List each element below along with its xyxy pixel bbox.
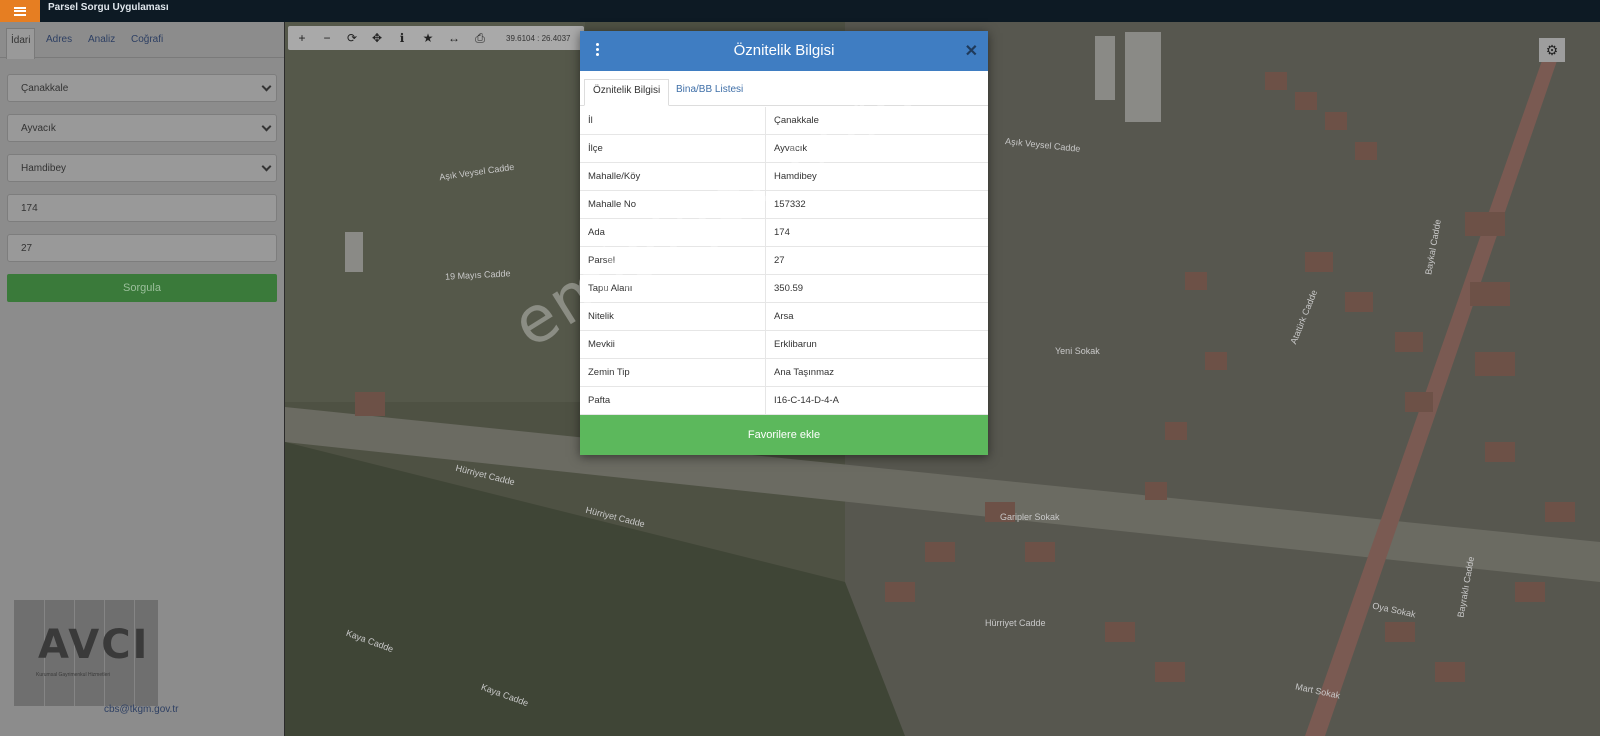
table-row: Pafta I16-C-14-D-4-A: [580, 387, 988, 415]
measure-icon[interactable]: ↔: [446, 30, 462, 46]
row-key: Nitelik: [588, 311, 614, 322]
logo-text: AVCI: [38, 622, 150, 668]
zoom-in-icon[interactable]: +: [294, 30, 310, 46]
top-bar: Parsel Sorgu Uygulaması: [0, 0, 1600, 22]
parsel-value: 27: [21, 243, 33, 254]
table-row: Tapu Alanı 350.59: [580, 275, 988, 303]
modal-header: Öznitelik Bilgisi ✕: [580, 31, 988, 71]
row-value: Erklibarun: [774, 339, 817, 350]
zoom-out-icon[interactable]: −: [319, 30, 335, 46]
tab-idari[interactable]: İdari: [6, 28, 36, 59]
province-value: Çanakkale: [21, 83, 69, 94]
star-icon[interactable]: ★: [420, 30, 436, 46]
row-value: Ana Taşınmaz: [774, 367, 835, 378]
table-row: Mahalle No 157332: [580, 191, 988, 219]
query-button[interactable]: Sorgula: [7, 274, 277, 302]
company-logo: AVCI Kurumsal Gayrimenkul Hizmetleri: [14, 600, 158, 706]
modal-title: Öznitelik Bilgisi: [733, 42, 835, 59]
coordinate-readout: 39.6104 : 26.4037: [506, 34, 571, 43]
street-label: Yeni Sokak: [1055, 346, 1100, 356]
modal-tabs: Öznitelik Bilgisi Bina/BB Listesi: [580, 71, 988, 106]
tab-analiz[interactable]: Analiz: [88, 34, 115, 45]
chevron-down-icon: [261, 81, 272, 92]
neighborhood-value: Hamdibey: [21, 163, 67, 174]
row-key: Ada: [588, 227, 605, 238]
row-value: Ayvacık: [774, 143, 808, 154]
ada-input[interactable]: 174: [7, 194, 277, 222]
table-row: İl Çanakkale: [580, 107, 988, 135]
neighborhood-select[interactable]: Hamdibey: [7, 154, 277, 182]
row-key: İl: [588, 115, 593, 126]
tab-cografi[interactable]: Coğrafi: [131, 34, 163, 45]
tab-adres[interactable]: Adres: [46, 34, 72, 45]
row-value: Arsa: [774, 311, 794, 322]
sidebar-tabs: İdari Adres Analiz Coğrafi: [0, 22, 284, 59]
row-value: Hamdibey: [774, 171, 817, 182]
row-value: Çanakkale: [774, 115, 819, 126]
row-value: 157332: [774, 199, 806, 210]
row-value: 174: [774, 227, 790, 238]
district-select[interactable]: Ayvacık: [7, 114, 277, 142]
chevron-down-icon: [261, 121, 272, 132]
attribute-table: İl Çanakkale İlçe Ayvacık Mahalle/Köy Hamdi…: [580, 107, 988, 415]
add-to-favorites-button[interactable]: Favorilere ekle: [580, 415, 988, 455]
row-key: Mahalle No: [588, 199, 637, 210]
row-key: Pafta: [588, 395, 611, 406]
table-row: Nitelik Arsa: [580, 303, 988, 331]
refresh-icon[interactable]: ⟳: [344, 30, 360, 46]
hamburger-menu-button[interactable]: [0, 0, 40, 22]
row-value: 27: [774, 255, 785, 266]
sidebar: İdari Adres Analiz Coğrafi Çanakkale Ayv…: [0, 22, 284, 736]
row-key: Mevkii: [588, 339, 615, 350]
ada-value: 174: [21, 203, 38, 214]
province-select[interactable]: Çanakkale: [7, 74, 277, 102]
row-value: 350.59: [774, 283, 804, 294]
row-key: İlçe: [588, 143, 603, 154]
app-title: Parsel Sorgu Uygulaması: [48, 2, 169, 13]
table-row: İlçe Ayvacık: [580, 135, 988, 163]
locate-icon[interactable]: ✥: [369, 30, 385, 46]
tab-building-list[interactable]: Bina/BB Listesi: [668, 79, 751, 106]
table-row: Mahalle/Köy Hamdibey: [580, 163, 988, 191]
row-key: Parsel: [588, 255, 615, 266]
print-icon[interactable]: ⎙: [472, 30, 488, 46]
street-label: Hürriyet Cadde: [985, 618, 1046, 628]
footer-email-link[interactable]: cbs@tkgm.gov.tr: [104, 704, 178, 715]
map-toolbar: + − ⟳ ✥ ℹ ★ ↔ ⎙ 39.6104 : 26.4037: [288, 26, 584, 50]
table-row: Zemin Tip Ana Taşınmaz: [580, 359, 988, 387]
parsel-input[interactable]: 27: [7, 234, 277, 262]
row-key: Tapu Alanı: [588, 283, 633, 294]
menu-icon: [14, 6, 26, 16]
table-row: Mevkii Erklibarun: [580, 331, 988, 359]
chevron-down-icon: [261, 161, 272, 172]
info-icon[interactable]: ℹ: [394, 30, 410, 46]
district-value: Ayvacık: [21, 123, 56, 134]
tab-attribute-info[interactable]: Öznitelik Bilgisi: [584, 79, 670, 106]
street-label: Garipler Sokak: [1000, 512, 1060, 522]
settings-gear-icon[interactable]: ⚙: [1539, 38, 1565, 62]
table-row: Parsel 27: [580, 247, 988, 275]
row-key: Mahalle/Köy: [588, 171, 641, 182]
table-row: Ada 174: [580, 219, 988, 247]
row-value: I16-C-14-D-4-A: [774, 395, 839, 406]
attribute-info-modal: Öznitelik Bilgisi ✕ Öznitelik Bilgisi Bi…: [580, 31, 988, 455]
logo-tagline: Kurumsal Gayrimenkul Hizmetleri: [36, 672, 111, 678]
close-icon[interactable]: ✕: [965, 41, 978, 61]
row-key: Zemin Tip: [588, 367, 630, 378]
